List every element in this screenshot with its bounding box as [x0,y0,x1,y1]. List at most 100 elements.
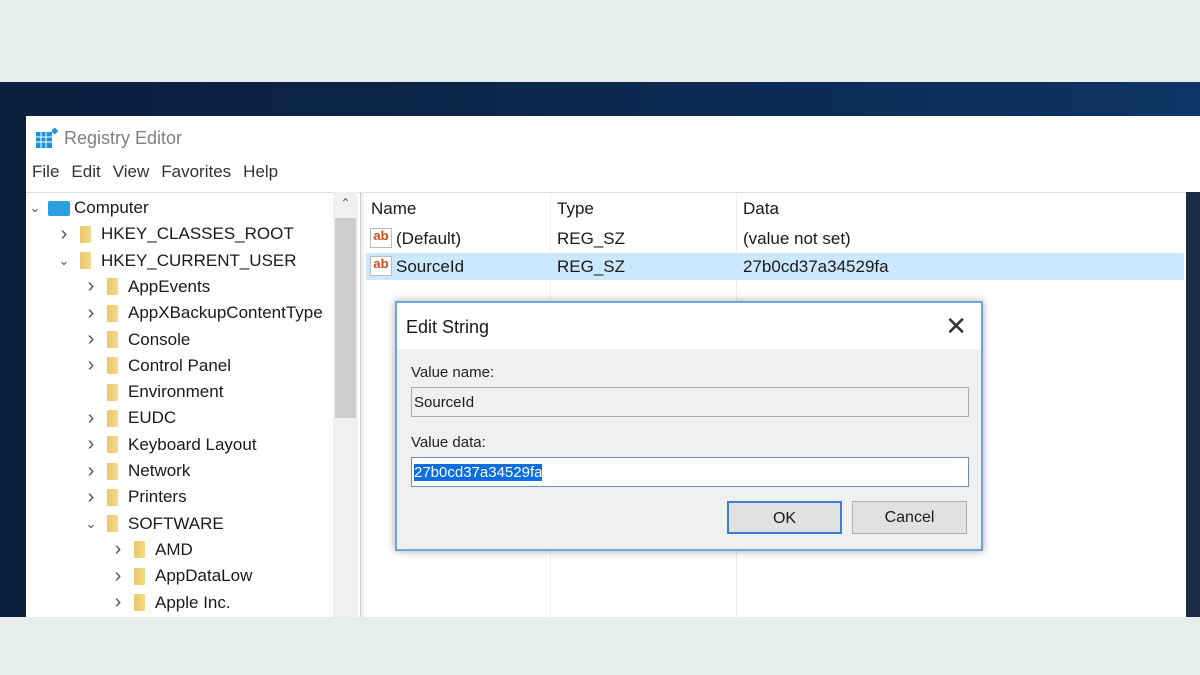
chevron-down-icon[interactable]: ⌄ [57,253,71,269]
tree-item[interactable]: ⌄ Computer [28,195,149,221]
chevron-right-icon[interactable]: › [84,328,98,351]
chevron-down-icon[interactable]: ⌄ [28,200,42,216]
value-name-label: Value name: [411,364,495,381]
close-icon[interactable]: ✕ [945,311,967,342]
folder-icon [134,594,145,611]
tree-item[interactable]: › Apple Inc. [111,590,231,616]
chevron-down-icon[interactable]: ⌄ [84,516,98,532]
tree-item[interactable]: › Control Panel [84,353,231,379]
string-value-icon: ab [370,228,392,248]
tree-item-label: Environment [128,382,224,402]
folder-icon [134,567,145,585]
title-bar: Registry Editor [26,116,1200,160]
registry-editor-icon [36,128,58,148]
value-data: (value not set) [743,229,851,248]
background-edge [1186,192,1200,617]
tree-item-label: Keyboard Layout [128,434,257,454]
folder-icon [107,383,118,401]
tree-item-label: Control Panel [128,355,232,375]
folder-icon [107,278,118,296]
chevron-right-icon[interactable]: › [84,486,98,509]
folder-icon [107,409,118,427]
tree-item[interactable]: › AMD [111,537,193,563]
menu-help[interactable]: Help [237,162,284,190]
value-type: REG_SZ [557,257,626,276]
chevron-right-icon[interactable]: › [84,354,98,377]
value-data: 27b0cd37a34529fa [743,257,889,276]
tree-scrollbar[interactable]: ⌃ [333,192,358,617]
dialog-title: Edit String [406,317,490,337]
folder-icon [107,304,118,322]
column-header-name[interactable]: Name [371,199,416,219]
folder-icon [107,488,118,506]
scrollbar-thumb[interactable] [335,218,356,418]
tree-item-label: Printers [128,487,187,507]
value-row-sourceid[interactable]: ab SourceId REG_SZ 27b0cd37a34529fa [366,253,1184,280]
folder-icon [134,541,145,559]
column-header-data[interactable]: Data [743,199,779,219]
tree-item[interactable]: ⌄ HKEY_CURRENT_USER [57,248,297,274]
tree-item-label: EUDC [128,408,177,428]
tree-item[interactable]: › AppEvents [84,274,211,300]
value-data-label: Value data: [411,434,486,451]
menu-favorites[interactable]: Favorites [155,162,237,190]
dialog-title-bar: Edit String ✕ [397,303,981,349]
tree-item[interactable]: › AppXBackupContentType [84,300,323,326]
tree-item-label: Apple Inc. [155,592,231,612]
tree-item[interactable]: › Keyboard Layout [84,432,257,458]
edit-string-dialog: Edit String ✕ Value name: SourceId Value… [395,301,983,551]
menu-view[interactable]: View [107,162,156,190]
scroll-up-arrow-icon[interactable]: ⌃ [333,196,358,210]
tree-item-label: AppEvents [128,276,211,296]
tree-item-label: SOFTWARE [128,513,224,533]
folder-icon [107,462,118,480]
ok-button[interactable]: OK [727,501,842,534]
chevron-right-icon[interactable]: › [111,565,125,588]
value-name-field: SourceId [411,387,969,417]
chevron-right-icon[interactable]: › [84,433,98,456]
tree-item-label: Network [128,461,191,480]
tree-item[interactable]: Environment [84,379,223,405]
value-name-text: SourceId [414,394,475,411]
tree-item-label: AppXBackupContentType [128,303,323,323]
chevron-right-icon[interactable]: › [84,302,98,325]
tree-item[interactable]: ⌄ SOFTWARE [84,511,224,537]
tree-item-label: HKEY_CURRENT_USER [101,250,297,270]
folder-icon [107,331,118,348]
chevron-right-icon[interactable]: › [84,407,98,430]
menu-edit[interactable]: Edit [65,162,106,190]
tree-item[interactable]: › Network [84,458,191,484]
value-data-input[interactable]: 27b0cd37a34529fa [411,457,969,487]
registry-tree[interactable]: ⌄ Computer › HKEY_CLASSES_ROOT ⌄ HKEY_CURRENT… [26,192,360,617]
menu-bar: File Edit View Favorites Help [26,162,284,190]
cancel-button[interactable]: Cancel [852,501,967,534]
folder-icon [107,357,118,375]
window-title: Registry Editor [64,128,183,148]
tree-item[interactable]: › Console [84,327,191,353]
tree-item-label: AMD [155,539,193,559]
tree-item-label: Console [128,329,191,349]
folder-icon [80,252,91,270]
tree-item-label: HKEY_CLASSES_ROOT [101,224,294,244]
computer-icon [48,200,70,216]
value-name: SourceId [396,257,465,276]
string-value-icon: ab [370,256,392,276]
folder-icon [107,436,118,454]
tree-item-label: AppDataLow [155,566,253,586]
chevron-right-icon[interactable]: › [111,538,125,561]
value-type: REG_SZ [557,229,626,248]
menu-file[interactable]: File [26,162,65,190]
chevron-right-icon[interactable]: › [84,275,98,298]
value-name: (Default) [396,229,462,248]
column-header-type[interactable]: Type [557,199,594,219]
chevron-right-icon[interactable]: › [111,591,125,614]
chevron-right-icon[interactable]: › [57,223,71,246]
tree-item[interactable]: › EUDC [84,405,177,431]
tree-item[interactable]: › HKEY_CLASSES_ROOT [57,221,294,247]
tree-item[interactable]: › AppDataLow [111,563,253,589]
value-data-text: 27b0cd37a34529fa [414,464,543,481]
chevron-right-icon[interactable]: › [84,460,98,483]
tree-item[interactable]: › Printers [84,484,187,510]
value-row-default[interactable]: ab (Default) REG_SZ (value not set) [366,225,1184,252]
folder-icon [107,515,118,533]
